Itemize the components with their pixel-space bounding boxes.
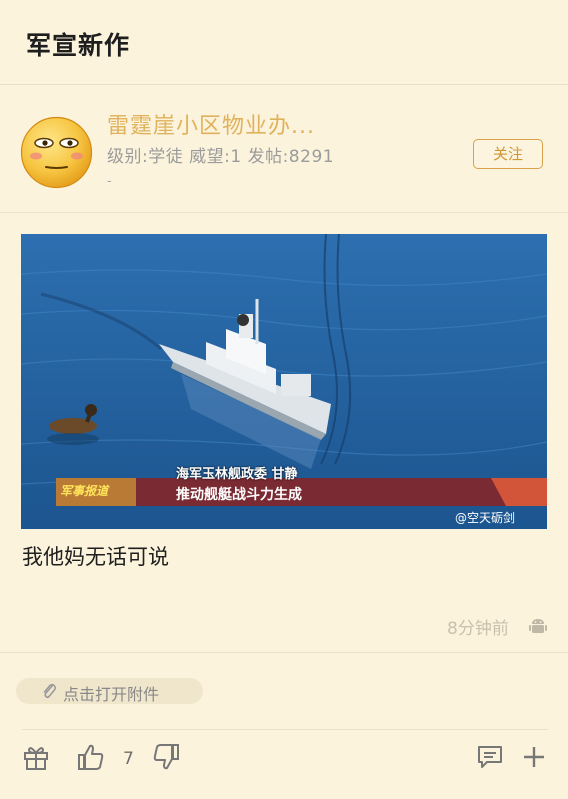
image-banner-badge: 军事报道 <box>60 484 109 498</box>
follow-button[interactable]: 关注 <box>473 139 543 169</box>
image-caption-title: 推动舰艇战斗力生成 <box>176 487 302 503</box>
avatar[interactable] <box>20 116 93 189</box>
author-signature: - <box>107 174 112 189</box>
thumbs-down-icon[interactable] <box>152 742 180 772</box>
author-name[interactable]: 雷霆崖小区物业办... <box>107 108 315 140</box>
image-caption-speaker: 海军玉林舰政委 甘静 <box>176 467 298 482</box>
divider <box>22 729 548 730</box>
attachment-label: 点击打开附件 <box>63 685 160 704</box>
plus-icon[interactable] <box>520 742 548 772</box>
open-attachment-button[interactable]: 点击打开附件 <box>16 678 203 704</box>
post-content: 我他妈无话可说 <box>22 545 169 569</box>
image-watermark: @空天砺剑 <box>455 511 516 525</box>
page-header: 军宣新作 <box>0 0 568 85</box>
android-icon <box>529 619 547 633</box>
author-stats: 级别:学徒 威望:1 发帖:8291 <box>107 147 335 167</box>
comment-icon[interactable] <box>476 742 504 772</box>
divider <box>0 652 568 653</box>
page-title: 军宣新作 <box>26 31 131 60</box>
paperclip-icon <box>43 683 57 699</box>
gift-icon[interactable] <box>22 742 50 772</box>
post-timestamp: 8分钟前 <box>447 619 509 639</box>
like-count: 7 <box>123 749 134 769</box>
thumbs-up-icon[interactable] <box>77 742 105 772</box>
